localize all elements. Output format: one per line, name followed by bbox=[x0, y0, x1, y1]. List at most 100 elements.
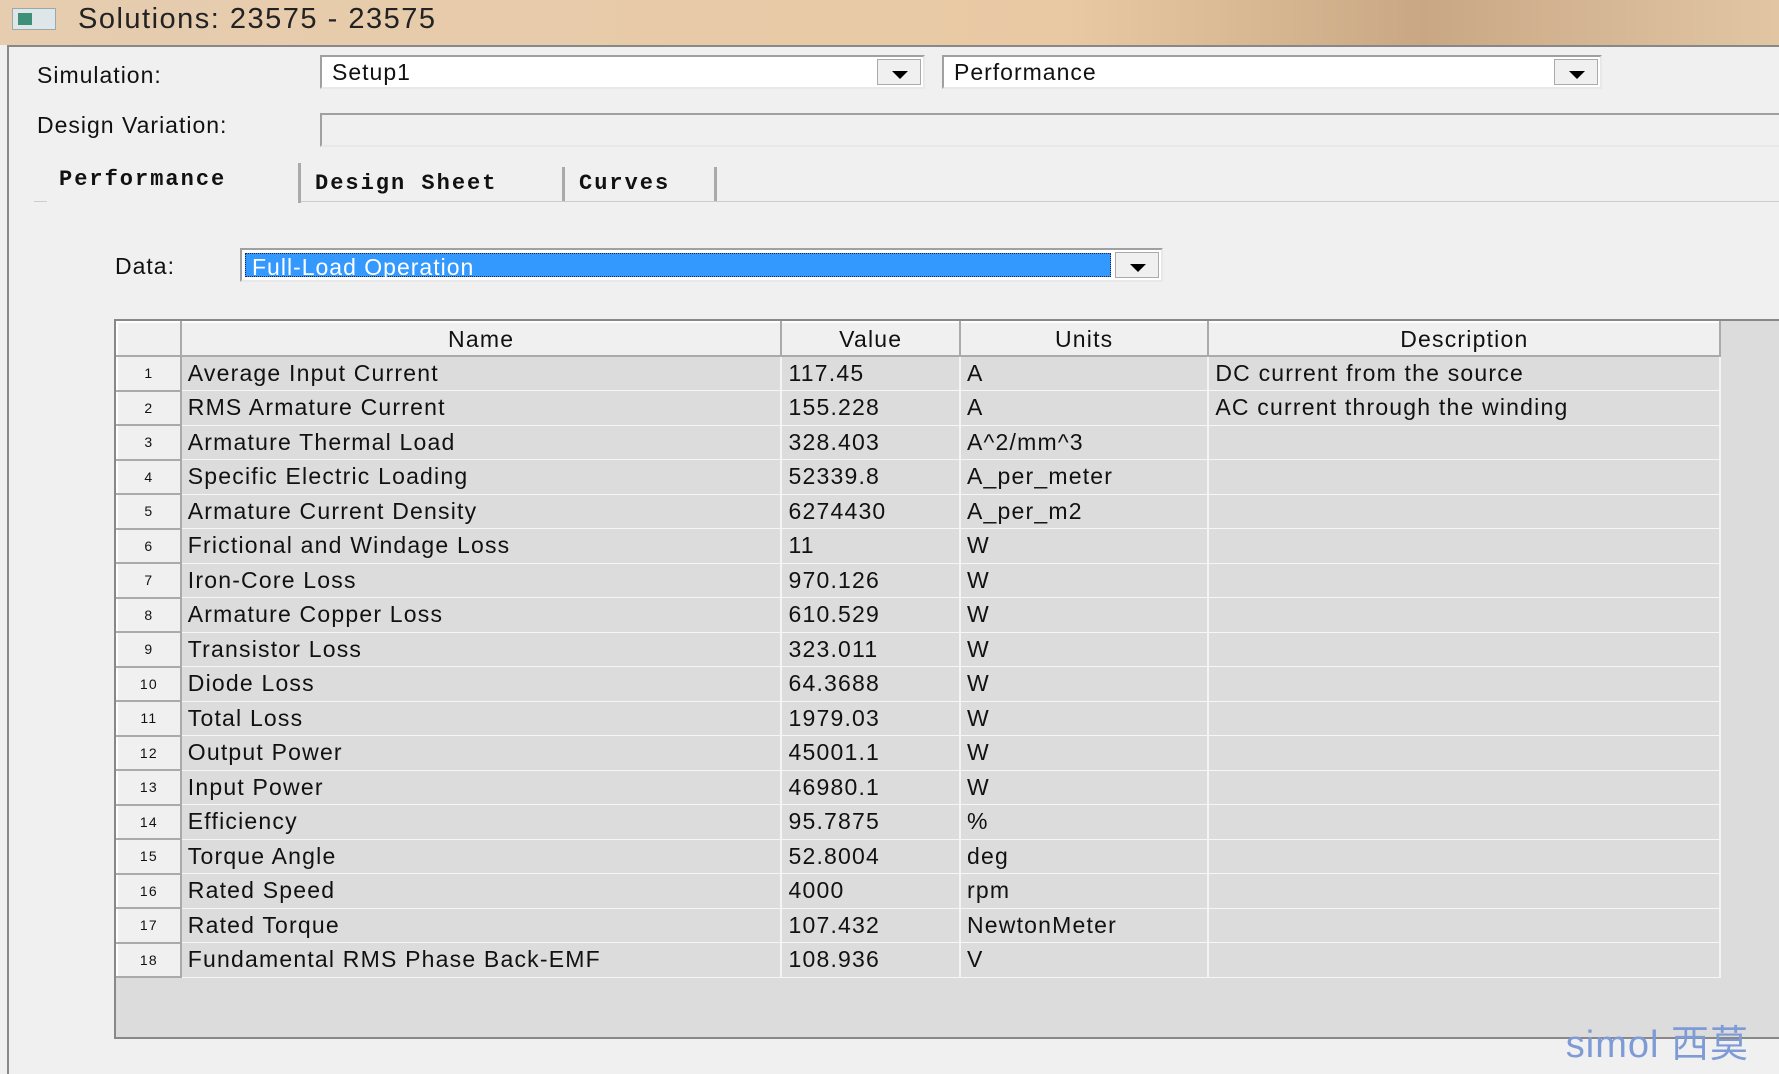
row-number[interactable]: 15 bbox=[116, 838, 182, 875]
cell-units[interactable]: A_per_m2 bbox=[959, 493, 1210, 529]
cell-name[interactable]: Iron-Core Loss bbox=[180, 562, 783, 598]
cell-name[interactable]: Average Input Current bbox=[180, 355, 783, 391]
column-header-value[interactable]: Value bbox=[780, 321, 961, 357]
cell-value[interactable]: 11 bbox=[780, 528, 961, 564]
cell-description[interactable] bbox=[1207, 769, 1722, 805]
table-row[interactable]: 10 Diode Loss 64.3688 W bbox=[116, 665, 1779, 702]
table-row[interactable]: 13 Input Power 46980.1 W bbox=[116, 769, 1779, 806]
cell-name[interactable]: Armature Copper Loss bbox=[180, 597, 783, 633]
cell-units[interactable]: W bbox=[959, 562, 1210, 598]
row-number[interactable]: 3 bbox=[116, 424, 182, 461]
cell-description[interactable] bbox=[1207, 562, 1722, 598]
cell-name[interactable]: Total Loss bbox=[180, 700, 783, 736]
row-number[interactable]: 1 bbox=[116, 355, 182, 392]
cell-description[interactable] bbox=[1207, 597, 1722, 633]
row-number[interactable]: 17 bbox=[116, 907, 182, 944]
cell-name[interactable]: Output Power bbox=[180, 735, 783, 771]
table-row[interactable]: 3 Armature Thermal Load 328.403 A^2/mm^3 bbox=[116, 424, 1779, 461]
cell-units[interactable]: rpm bbox=[959, 873, 1210, 909]
design-variation-field[interactable] bbox=[320, 113, 1779, 147]
cell-units[interactable]: W bbox=[959, 597, 1210, 633]
tab-performance[interactable]: Performance bbox=[47, 163, 301, 203]
cell-value[interactable]: 328.403 bbox=[780, 424, 961, 460]
table-row[interactable]: 4 Specific Electric Loading 52339.8 A_per_m… bbox=[116, 458, 1779, 495]
cell-description[interactable]: AC current through the winding bbox=[1207, 390, 1722, 426]
column-header-description[interactable]: Description bbox=[1207, 321, 1722, 357]
table-row[interactable]: 9 Transistor Loss 323.011 W bbox=[116, 631, 1779, 668]
row-number[interactable]: 4 bbox=[116, 458, 182, 495]
chevron-down-icon[interactable] bbox=[1115, 252, 1159, 278]
table-row[interactable]: 7 Iron-Core Loss 970.126 W bbox=[116, 562, 1779, 599]
cell-units[interactable]: A^2/mm^3 bbox=[959, 424, 1210, 460]
table-row[interactable]: 11 Total Loss 1979.03 W bbox=[116, 700, 1779, 737]
table-row[interactable]: 15 Torque Angle 52.8004 deg bbox=[116, 838, 1779, 875]
cell-name[interactable]: Rated Torque bbox=[180, 907, 783, 943]
cell-units[interactable]: W bbox=[959, 631, 1210, 667]
cell-units[interactable]: W bbox=[959, 666, 1210, 702]
cell-value[interactable]: 323.011 bbox=[780, 631, 961, 667]
row-number[interactable]: 14 bbox=[116, 803, 182, 840]
cell-value[interactable]: 117.45 bbox=[780, 355, 961, 391]
cell-units[interactable]: % bbox=[959, 804, 1210, 840]
cell-description[interactable] bbox=[1207, 459, 1722, 495]
cell-name[interactable]: Rated Speed bbox=[180, 873, 783, 909]
tab-design-sheet[interactable]: Design Sheet bbox=[303, 167, 565, 201]
table-row[interactable]: 2 RMS Armature Current 155.228 A AC current … bbox=[116, 389, 1779, 426]
table-row[interactable]: 12 Output Power 45001.1 W bbox=[116, 734, 1779, 771]
cell-description[interactable] bbox=[1207, 424, 1722, 460]
cell-name[interactable]: Efficiency bbox=[180, 804, 783, 840]
cell-description[interactable] bbox=[1207, 942, 1722, 978]
cell-units[interactable]: deg bbox=[959, 838, 1210, 874]
cell-value[interactable]: 6274430 bbox=[780, 493, 961, 529]
cell-units[interactable]: NewtonMeter bbox=[959, 907, 1210, 943]
cell-description[interactable] bbox=[1207, 804, 1722, 840]
cell-name[interactable]: Input Power bbox=[180, 769, 783, 805]
row-number[interactable]: 18 bbox=[116, 941, 182, 978]
cell-value[interactable]: 108.936 bbox=[780, 942, 961, 978]
row-number[interactable]: 13 bbox=[116, 769, 182, 806]
cell-value[interactable]: 4000 bbox=[780, 873, 961, 909]
table-row[interactable]: 6 Frictional and Windage Loss 11 W bbox=[116, 527, 1779, 564]
table-row[interactable]: 8 Armature Copper Loss 610.529 W bbox=[116, 596, 1779, 633]
cell-description[interactable] bbox=[1207, 907, 1722, 943]
cell-value[interactable]: 52339.8 bbox=[780, 459, 961, 495]
cell-name[interactable]: Armature Current Density bbox=[180, 493, 783, 529]
simulation-dropdown[interactable]: Setup1 bbox=[320, 55, 925, 89]
row-number[interactable]: 10 bbox=[116, 665, 182, 702]
cell-name[interactable]: Fundamental RMS Phase Back-EMF bbox=[180, 942, 783, 978]
cell-units[interactable]: W bbox=[959, 700, 1210, 736]
cell-value[interactable]: 1979.03 bbox=[780, 700, 961, 736]
cell-description[interactable] bbox=[1207, 838, 1722, 874]
cell-description[interactable]: DC current from the source bbox=[1207, 355, 1722, 391]
cell-name[interactable]: Torque Angle bbox=[180, 838, 783, 874]
cell-units[interactable]: A bbox=[959, 355, 1210, 391]
cell-value[interactable]: 46980.1 bbox=[780, 769, 961, 805]
row-number[interactable]: 12 bbox=[116, 734, 182, 771]
cell-name[interactable]: Armature Thermal Load bbox=[180, 424, 783, 460]
table-row[interactable]: 5 Armature Current Density 6274430 A_per_m2 bbox=[116, 493, 1779, 530]
data-dropdown[interactable]: Full-Load Operation bbox=[240, 248, 1163, 282]
chevron-down-icon[interactable] bbox=[877, 59, 921, 85]
tab-curves[interactable]: Curves bbox=[567, 167, 717, 201]
cell-value[interactable]: 970.126 bbox=[780, 562, 961, 598]
row-number[interactable]: 11 bbox=[116, 700, 182, 737]
cell-description[interactable] bbox=[1207, 493, 1722, 529]
column-header-units[interactable]: Units bbox=[958, 321, 1210, 357]
cell-units[interactable]: A_per_meter bbox=[959, 459, 1210, 495]
chevron-down-icon[interactable] bbox=[1554, 59, 1598, 85]
table-row[interactable]: 1 Average Input Current 117.45 A DC current … bbox=[116, 355, 1779, 392]
cell-value[interactable]: 95.7875 bbox=[780, 804, 961, 840]
cell-value[interactable]: 64.3688 bbox=[780, 666, 961, 702]
row-number[interactable]: 2 bbox=[116, 389, 182, 426]
table-row[interactable]: 17 Rated Torque 107.432 NewtonMeter bbox=[116, 907, 1779, 944]
report-dropdown[interactable]: Performance bbox=[942, 55, 1602, 89]
cell-value[interactable]: 610.529 bbox=[780, 597, 961, 633]
column-header-name[interactable]: Name bbox=[179, 321, 783, 357]
row-number[interactable]: 8 bbox=[116, 596, 182, 633]
cell-units[interactable]: W bbox=[959, 769, 1210, 805]
table-row[interactable]: 14 Efficiency 95.7875% bbox=[116, 803, 1779, 840]
cell-value[interactable]: 155.228 bbox=[780, 390, 961, 426]
cell-name[interactable]: RMS Armature Current bbox=[180, 390, 783, 426]
cell-value[interactable]: 52.8004 bbox=[780, 838, 961, 874]
cell-units[interactable]: V bbox=[959, 942, 1210, 978]
